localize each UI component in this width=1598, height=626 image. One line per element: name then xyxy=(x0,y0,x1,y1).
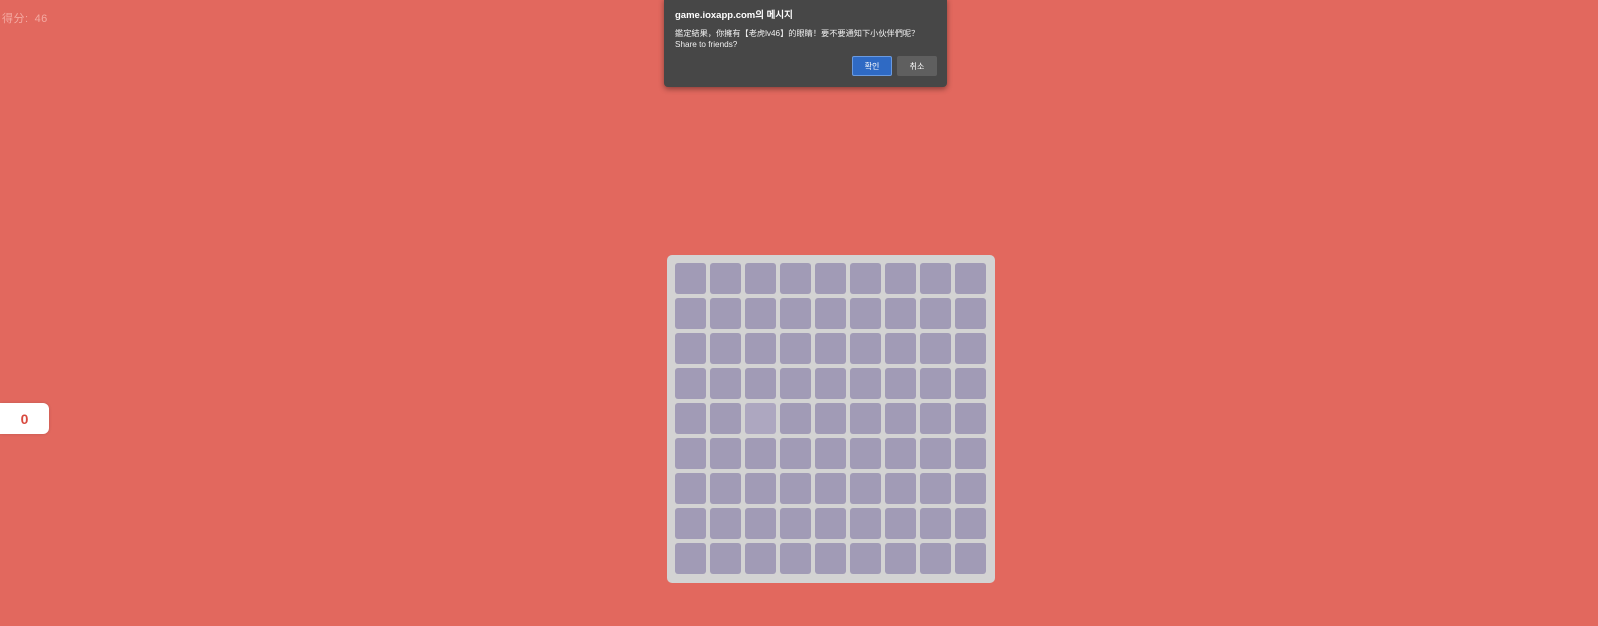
dialog-button-row: 확인 취소 xyxy=(852,56,937,76)
color-tile[interactable] xyxy=(745,333,776,364)
color-tile[interactable] xyxy=(675,543,706,574)
color-tile[interactable] xyxy=(920,508,951,539)
color-tile[interactable] xyxy=(675,298,706,329)
color-tile[interactable] xyxy=(955,508,986,539)
color-tile[interactable] xyxy=(780,438,811,469)
color-tile[interactable] xyxy=(780,263,811,294)
color-tile[interactable] xyxy=(745,403,776,434)
color-tile[interactable] xyxy=(745,438,776,469)
color-tile[interactable] xyxy=(850,438,881,469)
color-tile[interactable] xyxy=(745,473,776,504)
color-tile[interactable] xyxy=(710,298,741,329)
color-tile[interactable] xyxy=(815,368,846,399)
game-board xyxy=(667,255,995,583)
color-tile[interactable] xyxy=(955,473,986,504)
color-tile[interactable] xyxy=(815,438,846,469)
color-tile[interactable] xyxy=(920,333,951,364)
color-tile[interactable] xyxy=(745,508,776,539)
color-tile[interactable] xyxy=(710,508,741,539)
color-tile[interactable] xyxy=(885,263,916,294)
color-tile[interactable] xyxy=(815,333,846,364)
color-tile[interactable] xyxy=(955,543,986,574)
color-tile[interactable] xyxy=(780,403,811,434)
color-tile[interactable] xyxy=(885,333,916,364)
color-tile[interactable] xyxy=(955,298,986,329)
color-tile[interactable] xyxy=(675,438,706,469)
color-tile[interactable] xyxy=(675,473,706,504)
color-tile[interactable] xyxy=(675,508,706,539)
color-tile[interactable] xyxy=(955,403,986,434)
color-tile[interactable] xyxy=(745,263,776,294)
color-tile[interactable] xyxy=(815,473,846,504)
color-tile[interactable] xyxy=(920,473,951,504)
color-tile[interactable] xyxy=(745,368,776,399)
color-tile[interactable] xyxy=(780,473,811,504)
color-tile[interactable] xyxy=(850,298,881,329)
color-tile[interactable] xyxy=(885,368,916,399)
cancel-button[interactable]: 취소 xyxy=(897,56,937,76)
color-tile[interactable] xyxy=(920,298,951,329)
color-tile[interactable] xyxy=(885,403,916,434)
color-tile[interactable] xyxy=(780,543,811,574)
color-tile[interactable] xyxy=(780,333,811,364)
color-tile[interactable] xyxy=(745,543,776,574)
color-tile[interactable] xyxy=(955,368,986,399)
color-tile[interactable] xyxy=(745,298,776,329)
color-tile[interactable] xyxy=(710,368,741,399)
color-tile[interactable] xyxy=(885,438,916,469)
color-tile[interactable] xyxy=(815,263,846,294)
color-tile[interactable] xyxy=(710,543,741,574)
score-display: 得分: 46 xyxy=(2,10,48,26)
color-tile[interactable] xyxy=(710,333,741,364)
dialog-title: game.ioxapp.com의 메시지 xyxy=(675,10,793,21)
color-tile[interactable] xyxy=(675,263,706,294)
color-tile[interactable] xyxy=(850,508,881,539)
color-tile[interactable] xyxy=(885,543,916,574)
color-tile[interactable] xyxy=(815,508,846,539)
color-tile[interactable] xyxy=(850,543,881,574)
score-label-text: 得分: xyxy=(2,13,29,25)
color-tile[interactable] xyxy=(850,263,881,294)
color-tile[interactable] xyxy=(815,298,846,329)
color-tile[interactable] xyxy=(850,473,881,504)
color-tile[interactable] xyxy=(780,508,811,539)
color-tile[interactable] xyxy=(885,508,916,539)
color-tile[interactable] xyxy=(815,543,846,574)
color-tile[interactable] xyxy=(780,368,811,399)
color-tile[interactable] xyxy=(885,473,916,504)
ok-button[interactable]: 확인 xyxy=(852,56,892,76)
color-tile[interactable] xyxy=(675,368,706,399)
color-tile[interactable] xyxy=(850,403,881,434)
color-tile[interactable] xyxy=(710,438,741,469)
level-value: 0 xyxy=(20,410,29,427)
dialog-message: 鑑定結果，你擁有【老虎lv46】的眼睛！要不要通知下小伙伴們呢？Share to… xyxy=(675,29,920,49)
color-tile[interactable] xyxy=(885,298,916,329)
score-value: 46 xyxy=(34,13,48,25)
level-counter: 0 xyxy=(0,403,49,434)
color-tile[interactable] xyxy=(815,403,846,434)
color-tile[interactable] xyxy=(710,473,741,504)
color-tile[interactable] xyxy=(920,403,951,434)
color-tile[interactable] xyxy=(850,368,881,399)
color-tile[interactable] xyxy=(920,438,951,469)
color-tile[interactable] xyxy=(920,543,951,574)
color-tile[interactable] xyxy=(920,263,951,294)
color-tile[interactable] xyxy=(675,403,706,434)
color-tile[interactable] xyxy=(850,333,881,364)
color-tile[interactable] xyxy=(780,298,811,329)
color-tile[interactable] xyxy=(955,438,986,469)
color-tile[interactable] xyxy=(955,263,986,294)
color-tile[interactable] xyxy=(710,403,741,434)
color-tile[interactable] xyxy=(710,263,741,294)
color-tile[interactable] xyxy=(675,333,706,364)
color-tile[interactable] xyxy=(920,368,951,399)
alert-dialog: game.ioxapp.com의 메시지 鑑定結果，你擁有【老虎lv46】的眼睛… xyxy=(664,0,947,87)
color-tile[interactable] xyxy=(955,333,986,364)
